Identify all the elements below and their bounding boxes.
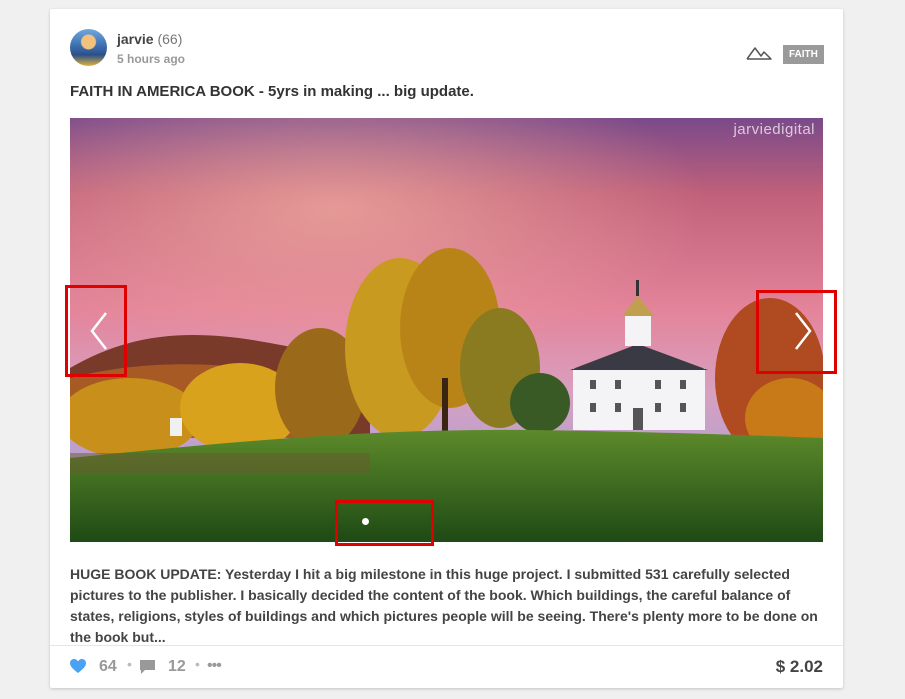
highlight-dot-indicator <box>335 500 434 546</box>
post-title[interactable]: FAITH IN AMERICA BOOK - 5yrs in making .… <box>70 83 474 100</box>
heart-icon[interactable] <box>69 658 87 674</box>
separator-dot: • <box>127 656 132 672</box>
more-icon[interactable]: ••• <box>207 657 222 675</box>
image-watermark: jarviedigital <box>733 121 815 138</box>
mountain-icon[interactable] <box>746 45 772 61</box>
post-body[interactable]: HUGE BOOK UPDATE: Yesterday I hit a big … <box>70 564 830 648</box>
post-footer: 64 • 12 • ••• $ 2.02 <box>50 645 843 689</box>
image-carousel[interactable]: jarviedigital <box>70 118 823 542</box>
post-time[interactable]: 5 hours ago <box>117 52 185 66</box>
payout-value[interactable]: $ 2.02 <box>776 657 823 677</box>
tag-badge[interactable]: FAITH <box>783 45 824 64</box>
author-reputation: (66) <box>157 31 183 47</box>
comment-icon[interactable] <box>139 659 156 675</box>
carousel-image <box>70 118 823 542</box>
comment-count[interactable]: 12 <box>168 658 186 676</box>
separator-dot: • <box>195 656 200 672</box>
vote-count[interactable]: 64 <box>99 658 117 676</box>
highlight-next-arrow <box>756 290 837 374</box>
highlight-prev-arrow <box>65 285 127 377</box>
author-line: jarvie (66) <box>117 31 182 47</box>
author-name[interactable]: jarvie <box>117 31 154 47</box>
avatar[interactable] <box>70 29 107 66</box>
post-card: jarvie (66) 5 hours ago FAITH FAITH IN A… <box>50 9 843 688</box>
